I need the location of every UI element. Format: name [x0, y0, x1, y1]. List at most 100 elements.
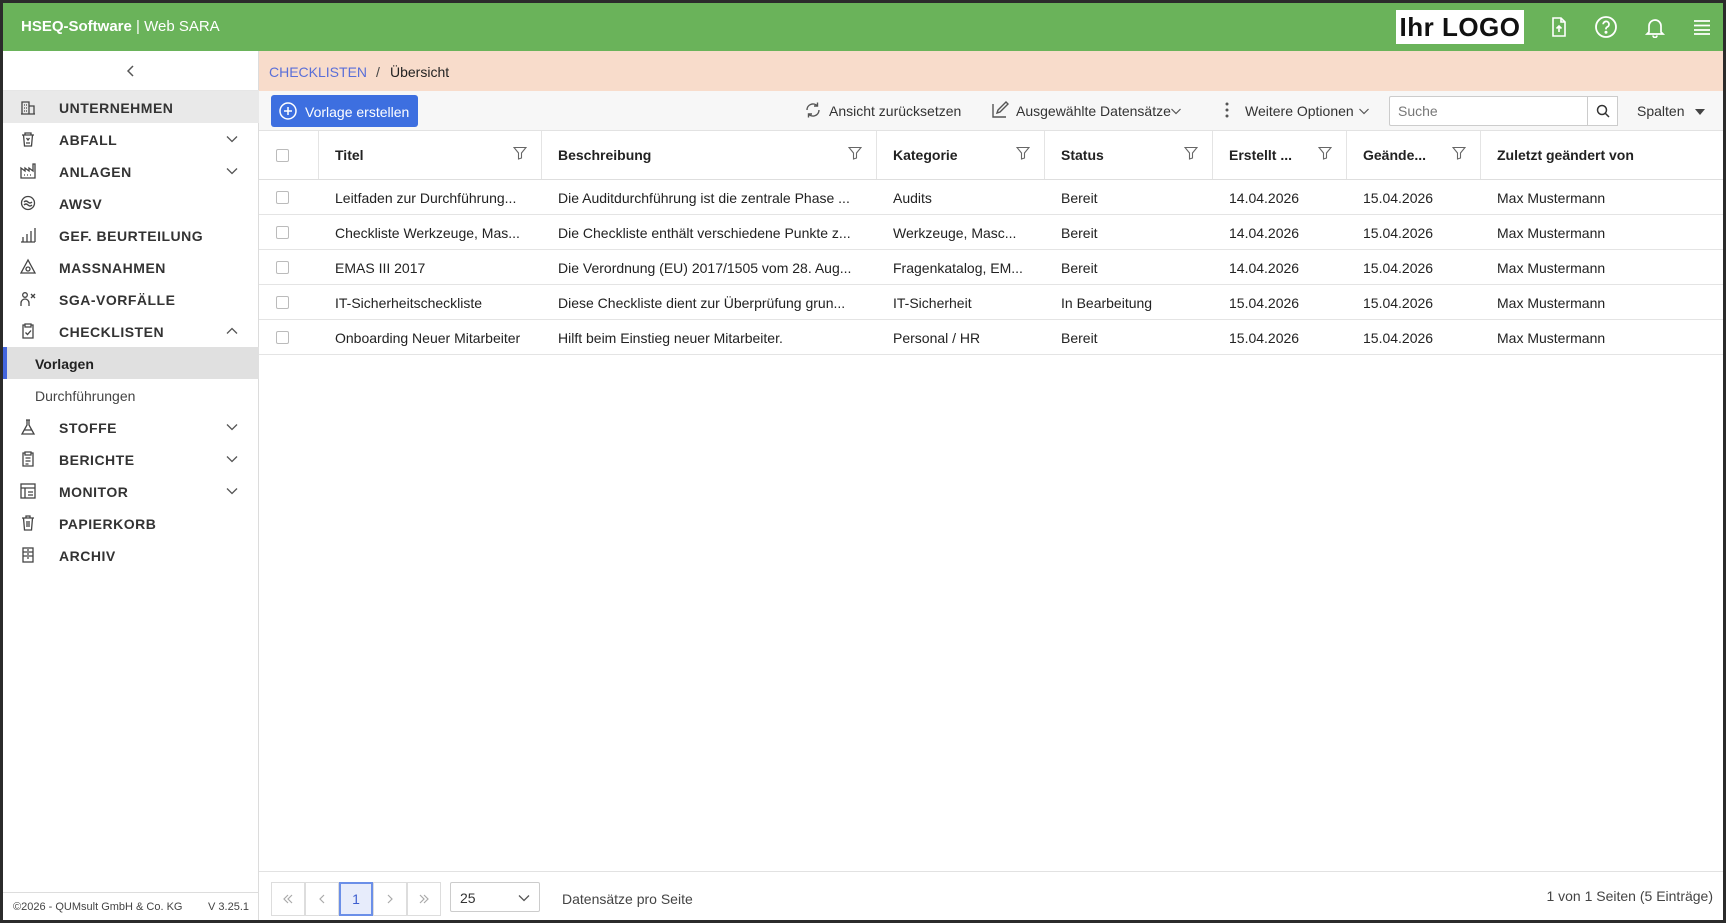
- cell-text: 14.04.2026: [1229, 225, 1300, 241]
- cell-text: 14.04.2026: [1229, 190, 1300, 206]
- selected-records-button[interactable]: Ausgewählte Datensätze: [990, 100, 1182, 122]
- edit-list-icon: [992, 101, 1009, 118]
- row-checkbox[interactable]: [276, 296, 289, 309]
- cell-text: EMAS III 2017: [335, 260, 426, 276]
- sidebar-subitem-durchfuehrungen[interactable]: Durchführungen: [3, 379, 259, 411]
- file-upload-icon[interactable]: [1547, 15, 1571, 39]
- sidebar-item-unternehmen[interactable]: UNTERNEHMEN: [3, 91, 259, 123]
- row-checkbox[interactable]: [276, 191, 289, 204]
- column-header-erstellt[interactable]: Erstellt ...: [1213, 131, 1347, 179]
- row-checkbox[interactable]: [276, 331, 289, 344]
- select-all-checkbox[interactable]: [276, 149, 289, 162]
- sidebar-item-label: CHECKLISTEN: [59, 324, 165, 340]
- column-header-zuletzt-geaendert-von[interactable]: Zuletzt geändert von: [1481, 131, 1723, 179]
- sidebar-item-sga-vorfaelle[interactable]: SGA-VORFÄLLE: [3, 283, 259, 315]
- row-select-cell: [259, 320, 319, 354]
- breadcrumb-link-checklisten[interactable]: CHECKLISTEN: [269, 64, 367, 80]
- sidebar-item-label: GEF. BEURTEILUNG: [59, 228, 204, 244]
- filter-icon[interactable]: [1016, 146, 1030, 160]
- cell-text: 14.04.2026: [1229, 260, 1300, 276]
- sidebar-item-stoffe[interactable]: STOFFE: [3, 411, 259, 443]
- cell-text: Leitfaden zur Durchführung...: [335, 190, 517, 206]
- cell-kategorie: Audits: [877, 180, 1045, 214]
- breadcrumb-separator: /: [376, 64, 380, 80]
- cell-text: IT-Sicherheit: [893, 295, 972, 311]
- toolbar: Vorlage erstellen Ansicht zurücksetzen A…: [259, 91, 1723, 131]
- sidebar-item-abfall[interactable]: ABFALL: [3, 123, 259, 155]
- column-header-kategorie[interactable]: Kategorie: [877, 131, 1045, 179]
- filter-icon[interactable]: [1452, 146, 1466, 160]
- filter-icon[interactable]: [1318, 146, 1332, 160]
- page-size-select[interactable]: 25: [450, 882, 540, 912]
- sidebar-item-label: ABFALL: [59, 132, 118, 148]
- cell-erstellt: 14.04.2026: [1213, 215, 1347, 249]
- more-vertical-icon: [1225, 102, 1229, 118]
- chevron-down-icon: [226, 456, 238, 463]
- cell-kategorie: Fragenkatalog, EM...: [877, 250, 1045, 284]
- sidebar-item-gef-beurteilung[interactable]: GEF. BEURTEILUNG: [3, 219, 259, 251]
- table-row[interactable]: Checkliste Werkzeuge, Mas... Die Checkli…: [259, 215, 1723, 250]
- sidebar-item-massnahmen[interactable]: MASSNAHMEN: [3, 251, 259, 283]
- cell-geaendert: 15.04.2026: [1347, 250, 1481, 284]
- column-header-label: Zuletzt geändert von: [1497, 147, 1634, 163]
- reset-view-label: Ansicht zurücksetzen: [829, 103, 962, 119]
- sidebar-item-label: MONITOR: [59, 484, 129, 500]
- row-checkbox[interactable]: [276, 226, 289, 239]
- cell-text: 15.04.2026: [1363, 225, 1434, 241]
- menu-icon[interactable]: [1690, 15, 1714, 39]
- water-icon: [20, 195, 36, 211]
- help-icon[interactable]: [1594, 15, 1618, 39]
- search-icon: [1596, 104, 1610, 118]
- cell-text: Werkzeuge, Masc...: [893, 225, 1017, 241]
- breadcrumb-current: Übersicht: [390, 64, 450, 80]
- column-header-label: Kategorie: [893, 147, 958, 163]
- sidebar-item-papierkorb[interactable]: PAPIERKORB: [3, 507, 259, 539]
- monitor-icon: [20, 483, 36, 499]
- column-header-titel[interactable]: Titel: [319, 131, 542, 179]
- bell-icon[interactable]: [1643, 15, 1667, 39]
- first-page-button[interactable]: [271, 882, 305, 916]
- search-button[interactable]: [1588, 96, 1618, 126]
- reset-view-button[interactable]: Ansicht zurücksetzen: [803, 100, 968, 122]
- clipboard-check-icon: [22, 323, 34, 339]
- cell-text: Fragenkatalog, EM...: [893, 260, 1023, 276]
- flask-icon: [20, 419, 36, 435]
- filter-icon[interactable]: [513, 146, 527, 160]
- top-bar: HSEQ-Software | Web SARA Ihr LOGO: [3, 3, 1723, 51]
- chevron-down-icon: [226, 136, 238, 143]
- column-header-geaendert[interactable]: Geände...: [1347, 131, 1481, 179]
- sidebar-item-awsv[interactable]: AWSV: [3, 187, 259, 219]
- cell-titel: Onboarding Neuer Mitarbeiter: [319, 320, 542, 354]
- next-page-button[interactable]: [373, 882, 407, 916]
- previous-page-button[interactable]: [305, 882, 339, 916]
- sidebar-item-monitor[interactable]: MONITOR: [3, 475, 259, 507]
- sidebar-item-archiv[interactable]: ARCHIV: [3, 539, 259, 571]
- search-input[interactable]: [1389, 96, 1588, 126]
- sidebar-item-checklisten[interactable]: CHECKLISTEN: [3, 315, 259, 347]
- sidebar-subitem-label: Durchführungen: [35, 388, 136, 404]
- sidebar-collapse-button[interactable]: [3, 51, 259, 91]
- create-template-button[interactable]: Vorlage erstellen: [271, 95, 418, 127]
- copyright-text: ©2026 - QUMsult GmbH & Co. KG: [13, 901, 183, 913]
- more-options-button[interactable]: Weitere Optionen: [1221, 100, 1371, 122]
- filter-icon[interactable]: [1184, 146, 1198, 160]
- brand-product: Web SARA: [144, 18, 220, 35]
- cell-beschreibung: Die Auditdurchführung ist die zentrale P…: [542, 180, 877, 214]
- create-template-label: Vorlage erstellen: [305, 104, 410, 120]
- page-number-button[interactable]: 1: [339, 882, 373, 916]
- table-row[interactable]: Leitfaden zur Durchführung... Die Auditd…: [259, 180, 1723, 215]
- last-page-button[interactable]: [407, 882, 441, 916]
- row-checkbox[interactable]: [276, 261, 289, 274]
- columns-button[interactable]: Spalten: [1637, 103, 1706, 119]
- sidebar-item-anlagen[interactable]: ANLAGEN: [3, 155, 259, 187]
- select-all-cell: [259, 131, 319, 179]
- sidebar-item-berichte[interactable]: BERICHTE: [3, 443, 259, 475]
- table-row[interactable]: IT-Sicherheitscheckliste Diese Checklist…: [259, 285, 1723, 320]
- table-row[interactable]: Onboarding Neuer Mitarbeiter Hilft beim …: [259, 320, 1723, 355]
- table-row[interactable]: EMAS III 2017 Die Verordnung (EU) 2017/1…: [259, 250, 1723, 285]
- filter-icon[interactable]: [848, 146, 862, 160]
- pagination: 1 25 Datensätze pro Seite 1 von 1 Seiten…: [259, 871, 1723, 920]
- column-header-status[interactable]: Status: [1045, 131, 1213, 179]
- column-header-beschreibung[interactable]: Beschreibung: [542, 131, 877, 179]
- sidebar-subitem-vorlagen[interactable]: Vorlagen: [3, 347, 259, 379]
